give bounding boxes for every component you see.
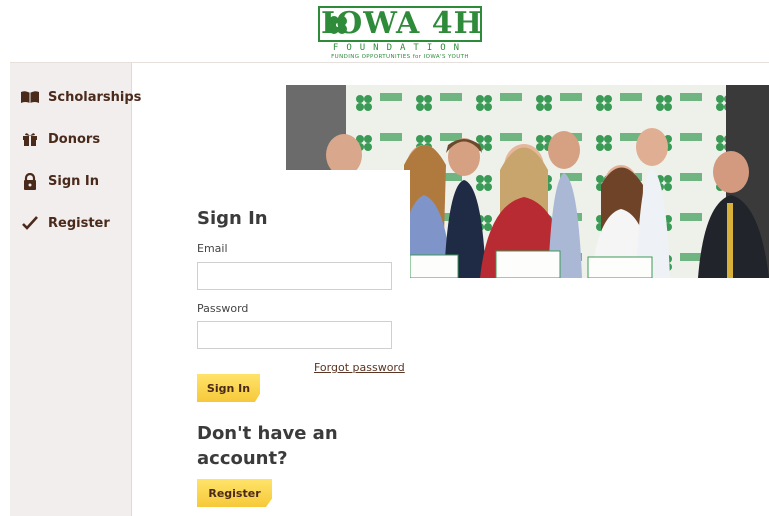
register-button[interactable]: Register — [197, 479, 272, 507]
sign-in-heading: Sign In — [197, 208, 268, 229]
sign-in-button[interactable]: Sign In — [197, 374, 260, 402]
logo-tagline: FUNDING OPPORTUNITIES for IOWA'S YOUTH — [331, 54, 469, 60]
sidebar-item-label: Register — [48, 215, 110, 231]
sidebar-item-register[interactable]: Register — [20, 212, 110, 234]
password-field[interactable] — [197, 321, 392, 349]
sidebar-item-scholarships[interactable]: Scholarships — [20, 86, 141, 108]
sidebar-item-label: Scholarships — [48, 89, 142, 105]
sidebar-item-donors[interactable]: Donors — [20, 128, 100, 150]
sidebar-item-label: Sign In — [48, 173, 99, 189]
sidebar-nav: Scholarships Donors Sign In Register — [10, 63, 141, 516]
book-icon — [20, 87, 40, 107]
register-heading: Don't have an account? — [197, 423, 338, 469]
email-label: Email — [197, 242, 228, 255]
logo-frame: IOWA 4H — [318, 6, 482, 42]
lock-icon — [20, 171, 40, 191]
sidebar-item-sign-in[interactable]: Sign In — [20, 170, 99, 192]
email-field[interactable] — [197, 262, 392, 290]
header: IOWA 4H FOUNDATION FUNDING OPPORTUNITIES… — [0, 0, 769, 62]
iowa-4h-foundation-logo[interactable]: IOWA 4H FOUNDATION FUNDING OPPORTUNITIES… — [318, 6, 482, 60]
sidebar-item-label: Donors — [48, 131, 101, 147]
check-icon — [20, 213, 40, 233]
logo-foundation-text: FOUNDATION — [332, 43, 468, 53]
gift-icon — [20, 129, 40, 149]
logo-wordmark: IOWA 4H — [321, 6, 483, 41]
forgot-password-link[interactable]: Forgot password — [314, 361, 405, 374]
password-label: Password — [197, 302, 249, 315]
